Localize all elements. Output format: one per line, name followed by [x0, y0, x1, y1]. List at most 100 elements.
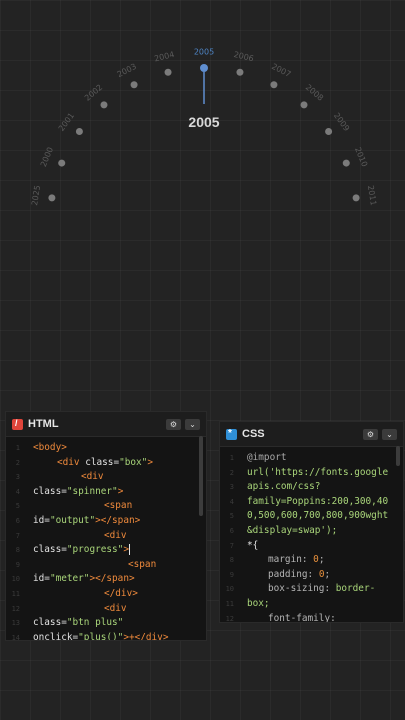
css-code-text: *{: [247, 539, 259, 551]
css-code-text: 0,500,600,700,800,900wght: [247, 510, 389, 522]
css-line-number: 3: [229, 483, 234, 492]
css-code-line: 5 0,500,600,700,800,900wght: [220, 509, 403, 524]
css-code-line: 12 font-family:: [220, 612, 403, 623]
html-code-text: <div: [104, 529, 127, 541]
html-logo-icon: [12, 418, 23, 430]
year-dot-2009[interactable]: [325, 127, 333, 135]
html-code-line: 12 <div: [6, 602, 206, 617]
year-dot-2008[interactable]: [300, 101, 308, 109]
html-line-number: 2: [15, 458, 20, 467]
year-dot-2000[interactable]: [58, 159, 66, 167]
css-code-line: 10 box-sizing: border-: [220, 582, 403, 597]
year-label-2004[interactable]: 2004: [153, 50, 175, 64]
html-code-text: <span: [104, 500, 133, 512]
html-code-editor[interactable]: 1 <body> 2 <div class="box"> 3 <div 4 class="sp…: [6, 437, 206, 641]
css-panel-header: CSS ⚙ ⌄: [220, 422, 403, 447]
html-code-text: onclick="plus()">+</div>: [33, 631, 169, 641]
html-line-number: 13: [11, 619, 20, 628]
year-label-2001[interactable]: 2001: [57, 111, 76, 133]
html-line-number: 11: [11, 589, 20, 598]
html-line-number: 6: [15, 516, 20, 525]
year-dot-2004[interactable]: [164, 68, 172, 76]
html-code-line: 3 <div: [6, 470, 206, 485]
html-code-text: <div: [81, 471, 104, 483]
year-dot-2003[interactable]: [130, 81, 138, 89]
html-code-text: class="progress">: [33, 544, 130, 556]
year-label-2002[interactable]: 2002: [83, 83, 104, 103]
css-code-line: 9 padding: 0;: [220, 568, 403, 583]
html-code-line: 4 class="spinner">: [6, 485, 206, 500]
html-scrollbar[interactable]: [199, 436, 203, 516]
css-code-line: 8 margin: 0;: [220, 553, 403, 568]
year-label-2009[interactable]: 2009: [332, 111, 351, 133]
year-label-2003[interactable]: 2003: [116, 62, 138, 79]
html-line-number: 1: [15, 444, 20, 452]
html-code-line: 6 id="output"></span>: [6, 514, 206, 529]
css-code-line: 3 apis.com/css?: [220, 480, 403, 495]
html-code-text: id="output"></span>: [33, 514, 141, 526]
css-code-text: padding: 0;: [268, 568, 331, 580]
css-code-text: box;: [247, 597, 270, 609]
css-line-number: 9: [229, 570, 234, 579]
css-line-number: 4: [229, 497, 234, 506]
html-code-line: 2 <div class="box">: [6, 456, 206, 471]
css-code-line: 11 box;: [220, 597, 403, 612]
html-code-line: 14 onclick="plus()">+</div>: [6, 631, 206, 641]
css-settings-icon[interactable]: ⚙: [363, 428, 378, 440]
year-label-2007[interactable]: 2007: [270, 62, 292, 79]
html-collapse-icon[interactable]: ⌄: [185, 418, 200, 430]
css-code-text: font-family:: [268, 612, 336, 623]
css-code-line: 7 *{: [220, 539, 403, 554]
html-settings-icon[interactable]: ⚙: [166, 418, 181, 430]
html-panel-title: HTML: [28, 418, 59, 430]
year-label-2011[interactable]: 2011: [366, 185, 378, 207]
year-label-2010[interactable]: 2010: [353, 146, 369, 168]
html-code-text: class="spinner">: [33, 485, 124, 497]
css-code-text: margin: 0;: [268, 554, 325, 566]
css-editor-panel: CSS ⚙ ⌄ 1 @import 2 url('https://fonts.goog…: [219, 421, 404, 623]
year-dot-2011[interactable]: [352, 194, 360, 202]
css-line-number: 12: [225, 614, 234, 623]
html-code-line: 1 <body>: [6, 441, 206, 456]
html-editor-panel: HTML ⚙ ⌄ 1 <body> 2 <div class="box"> 3 <div 4…: [5, 411, 207, 641]
html-code-line: 9 <span: [6, 558, 206, 573]
css-code-line: 2 url('https://fonts.google: [220, 466, 403, 481]
css-collapse-icon[interactable]: ⌄: [382, 428, 397, 440]
year-dot-2010[interactable]: [342, 159, 350, 167]
year-dot-2002[interactable]: [100, 101, 108, 109]
html-code-line: 7 <div: [6, 529, 206, 544]
css-code-text: family=Poppins:200,300,40: [247, 495, 389, 507]
year-dot-2006[interactable]: [236, 68, 244, 76]
html-line-number: 12: [11, 604, 20, 613]
year-dot-2025[interactable]: [48, 194, 56, 202]
year-label-2006[interactable]: 2006: [233, 50, 255, 64]
year-label-2025[interactable]: 2025: [30, 185, 42, 207]
html-code-line: 11 </div>: [6, 587, 206, 602]
html-code-line: 10 id="meter"></span>: [6, 572, 206, 587]
css-line-number: 10: [225, 585, 234, 594]
selected-year-label: 2005: [188, 114, 219, 130]
html-code-text: <body>: [33, 442, 67, 453]
year-label-2005[interactable]: 2005: [194, 48, 214, 57]
html-line-number: 8: [15, 546, 20, 555]
css-logo-icon: [226, 428, 237, 440]
html-code-text: class="btn plus": [33, 617, 124, 629]
year-dial[interactable]: 2025 20002001 2002 2003 2004 2005 2006 2007 2008…: [0, 0, 405, 260]
year-dot-2001[interactable]: [75, 127, 83, 135]
year-dot-2005[interactable]: [200, 64, 208, 72]
css-line-number: 1: [229, 454, 234, 462]
html-code-text: </div>: [104, 587, 138, 599]
year-label-2008[interactable]: 2008: [304, 83, 325, 103]
year-label-2000[interactable]: 2000: [39, 146, 55, 168]
html-code-text: <span: [128, 558, 157, 570]
css-scrollbar[interactable]: [396, 446, 400, 466]
css-code-text: url('https://fonts.google: [247, 466, 389, 478]
css-line-number: 7: [229, 541, 234, 550]
css-code-line: 4 family=Poppins:200,300,40: [220, 495, 403, 510]
css-line-number: 5: [229, 512, 234, 521]
html-line-number: 3: [15, 473, 20, 482]
css-code-text: apis.com/css?: [247, 481, 321, 493]
css-code-editor[interactable]: 1 @import 2 url('https://fonts.google 3 apis.…: [220, 447, 403, 623]
css-code-line: 1 @import: [220, 451, 403, 466]
year-dot-2007[interactable]: [270, 81, 278, 89]
